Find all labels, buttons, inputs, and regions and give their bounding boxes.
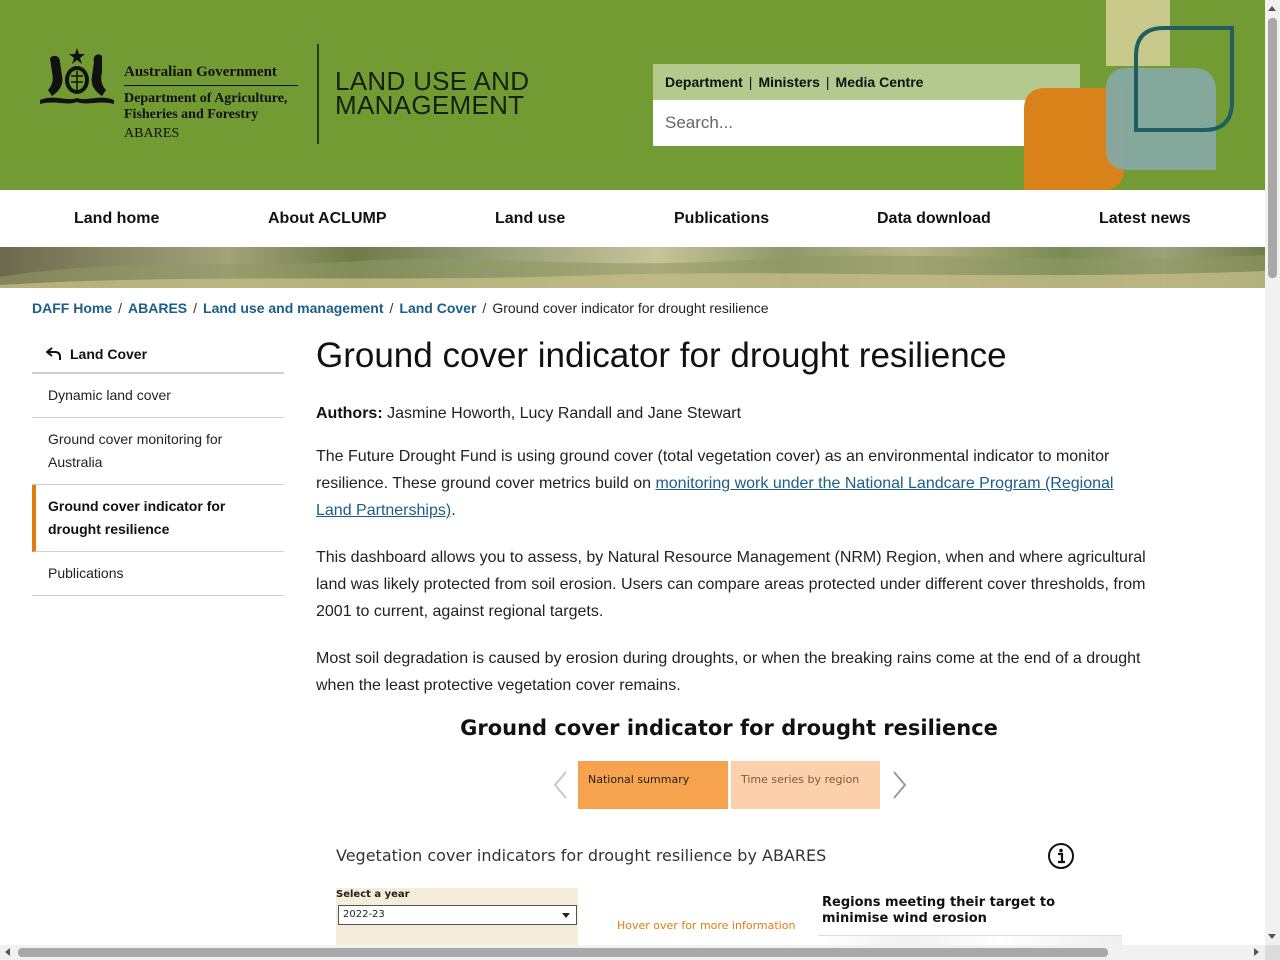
utility-separator: | xyxy=(825,74,830,90)
utility-separator: | xyxy=(748,74,753,90)
banner-hills xyxy=(0,255,1265,288)
nav-item-land-home[interactable]: Land home xyxy=(74,210,159,228)
breadcrumb-separator: / xyxy=(118,300,123,316)
tab-national-summary[interactable]: National summary xyxy=(578,761,728,809)
gov-abares: ABARES xyxy=(124,126,180,141)
info-icon[interactable] xyxy=(1047,842,1075,870)
side-item-ground-cover-monitoring[interactable]: Ground cover monitoring for Australia xyxy=(32,418,284,485)
authors-label: Authors: xyxy=(316,405,383,422)
year-filter-label: Select a year xyxy=(336,889,410,900)
nav-item-publications[interactable]: Publications xyxy=(674,210,769,228)
nav-item-data-download[interactable]: Data download xyxy=(877,210,991,228)
search-input[interactable] xyxy=(653,103,1013,143)
utility-link-department[interactable]: Department xyxy=(665,74,743,90)
nav-item-land-use[interactable]: Land use xyxy=(495,210,565,228)
dashboard-description: This dashboard allows you to assess, by … xyxy=(316,549,1146,620)
scroll-right-arrow-icon[interactable] xyxy=(1254,948,1259,956)
scroll-up-arrow-icon[interactable] xyxy=(1268,6,1276,11)
authors-names: Jasmine Howorth, Lucy Randall and Jane S… xyxy=(387,405,742,422)
main-content: Ground cover indicator for drought resil… xyxy=(316,336,1146,699)
utility-links: Department | Ministers | Media Centre xyxy=(653,64,1080,100)
viz-title: Vegetation cover indicators for drought … xyxy=(336,846,827,865)
hover-hint: Hover over for more information xyxy=(617,919,796,932)
scroll-down-arrow-icon[interactable] xyxy=(1268,934,1276,939)
authors-line: Authors: Jasmine Howorth, Lucy Randall a… xyxy=(316,405,1146,423)
site-header: Australian Government Department of Agri… xyxy=(0,0,1265,190)
breadcrumb-land-cover[interactable]: Land Cover xyxy=(399,300,476,316)
intro-end: . xyxy=(451,502,456,519)
year-select[interactable]: 2022-23 xyxy=(338,905,577,925)
utility-link-ministers[interactable]: Ministers xyxy=(758,74,819,90)
vertical-scroll-thumb[interactable] xyxy=(1268,18,1277,278)
vertical-scrollbar[interactable] xyxy=(1265,0,1280,945)
side-nav-back-label: Land Cover xyxy=(70,346,148,362)
chevron-down-icon xyxy=(562,913,570,918)
search-bar xyxy=(653,100,1080,146)
site-title[interactable]: LAND USE AND MANAGEMENT xyxy=(335,68,535,118)
breadcrumb-separator: / xyxy=(482,300,487,316)
side-navigation: Land Cover Dynamic land cover Ground cov… xyxy=(32,336,284,596)
landscape-banner-image xyxy=(0,247,1265,288)
decorative-leaf-shapes xyxy=(1024,0,1234,190)
back-arrow-icon xyxy=(46,347,61,360)
gov-department: Department of Agriculture, Fisheries and… xyxy=(124,91,288,122)
government-logo-text[interactable]: Australian Government Department of Agri… xyxy=(124,64,300,142)
side-item-ground-cover-indicator[interactable]: Ground cover indicator for drought resil… xyxy=(32,485,284,552)
breadcrumb-land-use-and-management[interactable]: Land use and management xyxy=(203,300,383,316)
soil-degradation-paragraph: Most soil degradation is caused by erosi… xyxy=(316,650,1141,694)
utility-link-media-centre[interactable]: Media Centre xyxy=(836,74,924,90)
side-item-dynamic-land-cover[interactable]: Dynamic land cover xyxy=(32,374,284,418)
dashboard-title: Ground cover indicator for drought resil… xyxy=(460,716,998,740)
regions-chart-title: Regions meeting their target to minimise… xyxy=(822,895,1056,926)
side-item-publications[interactable]: Publications xyxy=(32,552,284,596)
breadcrumb: DAFF Home / ABARES / Land use and manage… xyxy=(32,300,769,316)
breadcrumb-current: Ground cover indicator for drought resil… xyxy=(492,300,769,316)
page-title: Ground cover indicator for drought resil… xyxy=(316,336,1007,375)
tab-time-series-by-region[interactable]: Time series by region xyxy=(731,761,880,809)
main-navigation: Land home About ACLUMP Land use Publicat… xyxy=(0,190,1265,247)
coat-of-arms-icon xyxy=(40,48,114,104)
breadcrumb-separator: / xyxy=(193,300,198,316)
year-select-value: 2022-23 xyxy=(343,909,385,920)
nav-item-latest-news[interactable]: Latest news xyxy=(1099,210,1191,228)
horizontal-scrollbar[interactable] xyxy=(0,945,1265,960)
gov-title: Australian Government xyxy=(124,64,298,86)
breadcrumb-abares[interactable]: ABARES xyxy=(128,300,187,316)
scrollbar-corner xyxy=(1265,945,1280,960)
header-divider xyxy=(317,44,319,144)
intro-paragraph: The Future Drought Fund is using ground … xyxy=(316,443,1146,524)
horizontal-scroll-thumb[interactable] xyxy=(18,948,1108,957)
nav-item-about-aclump[interactable]: About ACLUMP xyxy=(268,210,387,228)
side-nav-back-link[interactable]: Land Cover xyxy=(32,336,284,374)
next-tab-arrow-icon[interactable] xyxy=(890,770,908,800)
breadcrumb-separator: / xyxy=(389,300,394,316)
scroll-left-arrow-icon[interactable] xyxy=(5,948,10,956)
breadcrumb-daff-home[interactable]: DAFF Home xyxy=(32,300,112,316)
prev-tab-arrow-icon[interactable] xyxy=(552,770,570,800)
